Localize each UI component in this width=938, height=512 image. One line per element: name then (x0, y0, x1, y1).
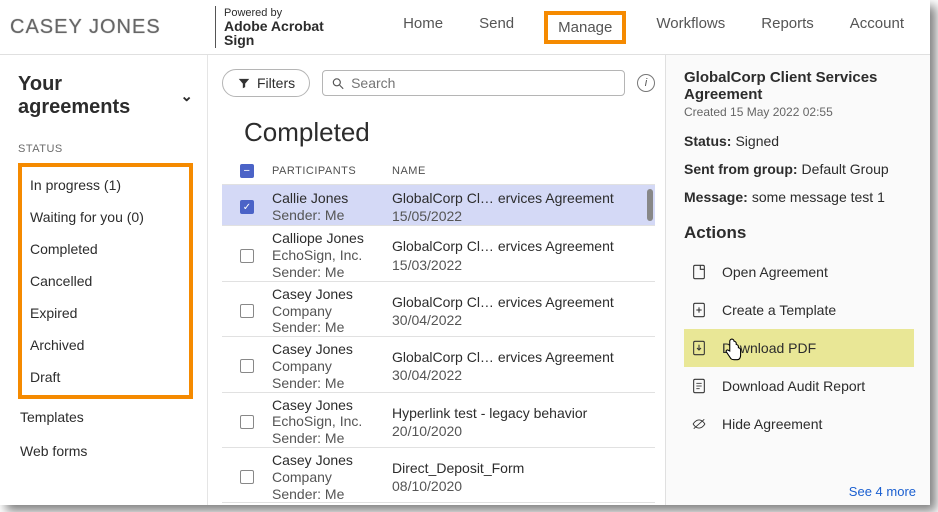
action-create-template[interactable]: Create a Template (684, 291, 914, 329)
detail-title: GlobalCorp Client Services Agreement (684, 69, 914, 103)
agreements-title: Your agreements (18, 73, 166, 119)
status-item[interactable]: Draft (22, 361, 189, 393)
action-label: Open Agreement (722, 264, 828, 280)
table-row[interactable]: ✓ Callie JonesSender: MeGlobalCorp Cl… er… (222, 185, 655, 226)
col-name[interactable]: NAME (392, 165, 655, 177)
search-field[interactable] (322, 70, 625, 96)
powered-brand: Adobe Acrobat Sign (224, 19, 357, 47)
nav-workflows[interactable]: Workflows (650, 11, 731, 44)
filter-icon (237, 76, 251, 90)
document-icon (690, 263, 708, 281)
logo: CASEY JONES (10, 16, 205, 39)
select-all-checkbox[interactable]: − (240, 164, 254, 178)
sidebar: Your agreements ⌄ STATUS In progress (1)… (0, 55, 208, 505)
report-icon (690, 377, 708, 395)
actions-heading: Actions (684, 223, 914, 243)
status-heading: STATUS (18, 143, 193, 155)
participants-cell: Callie JonesSender: Me (272, 190, 392, 224)
row-checkbox[interactable] (240, 249, 254, 263)
table-row[interactable]: Casey JonesEchoSign, Inc.Sender: MeHyper… (222, 393, 655, 448)
agreements-dropdown[interactable]: Your agreements ⌄ (18, 73, 193, 119)
powered-label: Powered by (224, 7, 282, 19)
status-item[interactable]: Cancelled (22, 265, 189, 297)
participants-cell: Casey JonesCompanySender: Me (272, 341, 392, 391)
see-more-link[interactable]: See 4 more (849, 484, 916, 499)
action-download-pdf[interactable]: Download PDF (684, 329, 914, 367)
name-cell: GlobalCorp Cl… ervices Agreement30/04/20… (392, 348, 655, 384)
top-nav: Home Send Manage Workflows Reports Account (397, 11, 910, 44)
name-cell: Hyperlink test - legacy behavior20/10/20… (392, 404, 655, 440)
filters-button[interactable]: Filters (222, 69, 310, 97)
action-label: Download PDF (722, 340, 816, 356)
download-icon (690, 339, 708, 357)
info-icon[interactable]: i (637, 74, 655, 92)
name-cell: GlobalCorp Cl… ervices Agreement15/05/20… (392, 189, 655, 225)
status-label: Status: (684, 133, 731, 149)
group-value: Default Group (802, 161, 889, 177)
nav-send[interactable]: Send (473, 11, 520, 44)
row-checkbox[interactable] (240, 359, 254, 373)
table-row[interactable]: Casey JonesCompanySender: MeGlobalCorp C… (222, 282, 655, 337)
participants-cell: Casey JonesCompanySender: Me (272, 452, 392, 502)
name-cell: GlobalCorp Cl… ervices Agreement30/04/20… (392, 293, 655, 329)
app-header: CASEY JONES Powered by Adobe Acrobat Sig… (0, 0, 930, 55)
row-checkbox[interactable] (240, 470, 254, 484)
status-item[interactable]: Waiting for you (0) (22, 201, 189, 233)
action-download-audit-report[interactable]: Download Audit Report (684, 367, 914, 405)
section-title: Completed (244, 117, 655, 148)
search-icon (331, 76, 345, 91)
col-participants[interactable]: PARTICIPANTS (272, 165, 392, 177)
name-cell: Direct_Deposit_Form08/10/2020 (392, 459, 655, 495)
row-checkbox[interactable] (240, 304, 254, 318)
status-item[interactable]: Expired (22, 297, 189, 329)
group-label: Sent from group: (684, 161, 798, 177)
nav-manage[interactable]: Manage (544, 11, 626, 44)
message-value: some message test 1 (752, 189, 885, 205)
name-cell: GlobalCorp Cl… ervices Agreement15/03/20… (392, 237, 655, 273)
nav-reports[interactable]: Reports (755, 11, 820, 44)
detail-created: Created 15 May 2022 02:55 (684, 105, 914, 119)
action-hide-agreement[interactable]: Hide Agreement (684, 405, 914, 443)
row-checkbox[interactable]: ✓ (240, 200, 254, 214)
status-item[interactable]: In progress (1) (22, 169, 189, 201)
row-checkbox[interactable] (240, 415, 254, 429)
status-filter-list: In progress (1)Waiting for you (0)Comple… (18, 163, 193, 399)
scrollbar-thumb[interactable] (647, 189, 653, 221)
chevron-down-icon: ⌄ (180, 87, 193, 105)
participants-cell: Casey JonesEchoSign, Inc.Sender: Me (272, 397, 392, 447)
sidebar-item[interactable]: Web forms (18, 433, 193, 467)
center-pane: Filters i Completed − PARTICIPANTS NAME … (208, 55, 665, 505)
action-label: Create a Template (722, 302, 836, 318)
filters-label: Filters (257, 75, 295, 91)
divider (215, 6, 216, 48)
action-open-agreement[interactable]: Open Agreement (684, 253, 914, 291)
nav-account[interactable]: Account (844, 11, 910, 44)
detail-panel: GlobalCorp Client Services Agreement Cre… (665, 55, 930, 505)
sidebar-item[interactable]: Templates (18, 399, 193, 433)
template-icon (690, 301, 708, 319)
status-item[interactable]: Archived (22, 329, 189, 361)
action-label: Download Audit Report (722, 378, 865, 394)
hide-icon (690, 415, 708, 433)
status-value: Signed (735, 133, 779, 149)
table-row[interactable]: Calliope JonesEchoSign, Inc.Sender: MeGl… (222, 226, 655, 281)
powered-by: Powered by Adobe Acrobat Sign (224, 8, 357, 47)
nav-home[interactable]: Home (397, 11, 449, 44)
participants-cell: Calliope JonesEchoSign, Inc.Sender: Me (272, 230, 392, 280)
table-header: − PARTICIPANTS NAME (222, 158, 655, 185)
table-row[interactable]: Casey JonesCompanySender: MeDirect_Depos… (222, 448, 655, 503)
toolbar: Filters i (222, 69, 655, 97)
status-item[interactable]: Completed (22, 233, 189, 265)
message-label: Message: (684, 189, 748, 205)
table-row[interactable]: Casey JonesCompanySender: MeGlobalCorp C… (222, 337, 655, 392)
search-input[interactable] (351, 75, 616, 91)
action-label: Hide Agreement (722, 416, 822, 432)
participants-cell: Casey JonesCompanySender: Me (272, 286, 392, 336)
